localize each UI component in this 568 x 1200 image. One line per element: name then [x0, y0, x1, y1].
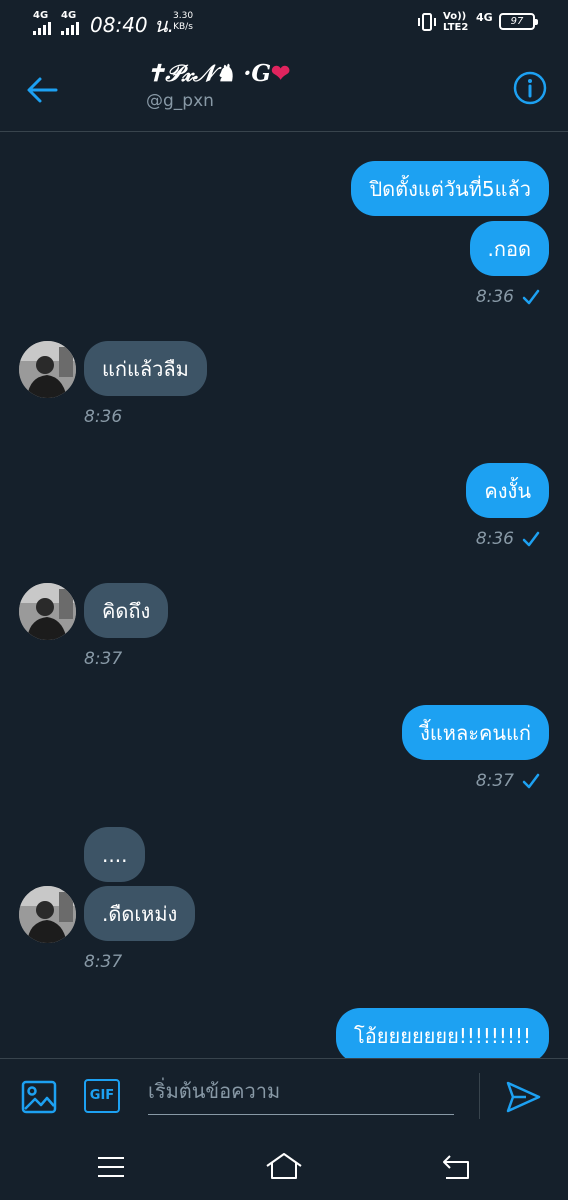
volte-indicator: Vo)) LTE2: [443, 11, 468, 33]
outgoing-message[interactable]: โอ้ยยยยยยย!!!!!!!!!: [336, 1008, 549, 1058]
outgoing-message[interactable]: .กอด: [469, 221, 549, 276]
avatar-image: [19, 583, 76, 640]
nav-back-icon[interactable]: [440, 1152, 472, 1182]
message-text: คงงั้น: [484, 479, 531, 503]
network-type-2: 4G: [61, 10, 77, 21]
system-navigation-bar: [0, 1134, 568, 1200]
avatar-image: [19, 886, 76, 943]
sent-check-icon: [522, 531, 540, 547]
speed-unit: KB/s: [173, 22, 193, 32]
message-text: ....: [102, 843, 128, 867]
avatar[interactable]: [19, 886, 76, 943]
outgoing-message[interactable]: คงงั้น: [466, 463, 549, 518]
message-timestamp: 8:36: [476, 287, 540, 307]
message-text: แก่แล้วลืม: [102, 357, 189, 381]
message-text: .ดืดเหม่ง: [102, 902, 178, 926]
conversation-title: ✝𝒫𝓍𝒩♞ ·G❤: [146, 60, 290, 87]
battery-level: 97: [510, 16, 524, 27]
incoming-message[interactable]: .ดืดเหม่ง: [84, 886, 196, 941]
message-timestamp: 8:37: [84, 649, 123, 669]
vibrate-icon: [418, 13, 436, 31]
outgoing-message[interactable]: งี้แหละคนแก่: [402, 705, 549, 760]
sent-check-icon: [522, 773, 540, 789]
incoming-message[interactable]: ....: [84, 827, 146, 882]
home-icon[interactable]: [264, 1150, 304, 1182]
conversation-title-block[interactable]: ✝𝒫𝓍𝒩♞ ·G❤ @g_pxn: [146, 60, 290, 111]
menu-icon[interactable]: [96, 1154, 126, 1180]
timestamp-text: 8:36: [475, 287, 514, 307]
avatar[interactable]: [19, 341, 76, 398]
composer-divider: [479, 1073, 480, 1119]
network-type-1: 4G: [33, 10, 49, 21]
avatar[interactable]: [19, 583, 76, 640]
message-text: คิดถึง: [102, 599, 151, 623]
avatar-image: [19, 341, 76, 398]
message-text: โอ้ยยยยยยย!!!!!!!!!: [354, 1024, 531, 1048]
send-icon[interactable]: [504, 1079, 542, 1115]
speed-value: 3.30: [173, 11, 194, 21]
signal-bars-2-icon: [61, 22, 79, 35]
volte-top: Vo)): [443, 11, 467, 22]
message-timestamp: 8:37: [84, 952, 123, 972]
message-text: งี้แหละคนแก่: [420, 721, 531, 745]
message-timestamp: 8:37: [476, 771, 540, 791]
network-speed: 3.30 KB/s: [173, 11, 193, 33]
incoming-message[interactable]: แก่แล้วลืม: [84, 341, 207, 396]
timestamp-text: 8:37: [475, 771, 514, 791]
message-text: ปิดตั้งแต่วันที่5แล้ว: [369, 177, 531, 201]
incoming-message[interactable]: คิดถึง: [84, 583, 169, 638]
heart-emoji: ❤: [271, 60, 291, 87]
clock: 08:40 น.: [90, 13, 175, 37]
message-timestamp: 8:36: [476, 529, 540, 549]
message-thread: ปิดตั้งแต่วันที่5แล้ว .กอด 8:36 แก่แล้วล…: [0, 133, 568, 1058]
battery-icon: 97: [499, 13, 538, 30]
conversation-handle: @g_pxn: [146, 91, 214, 111]
timestamp-text: 8:36: [475, 529, 514, 549]
gif-button[interactable]: GIF: [84, 1079, 120, 1113]
message-input[interactable]: [148, 1073, 454, 1115]
status-bar: 4G 4G 08:40 น. 3.30 KB/s Vo)) LTE2 4G 97: [0, 0, 568, 44]
message-composer: GIF: [0, 1058, 568, 1134]
sent-check-icon: [522, 289, 540, 305]
image-icon[interactable]: [20, 1079, 58, 1115]
volte-bottom: LTE2: [443, 22, 469, 33]
message-timestamp: 8:36: [84, 407, 123, 427]
outgoing-message[interactable]: ปิดตั้งแต่วันที่5แล้ว: [351, 161, 549, 216]
conversation-header: ✝𝒫𝓍𝒩♞ ·G❤ @g_pxn: [0, 44, 568, 132]
signal-bars-1-icon: [33, 22, 51, 35]
network-type-3: 4G: [476, 11, 493, 24]
message-text: .กอด: [487, 237, 531, 261]
info-icon[interactable]: [512, 70, 548, 106]
back-arrow-icon[interactable]: [24, 72, 64, 108]
conversation-name: ✝𝒫𝓍𝒩♞ ·G: [146, 60, 271, 87]
